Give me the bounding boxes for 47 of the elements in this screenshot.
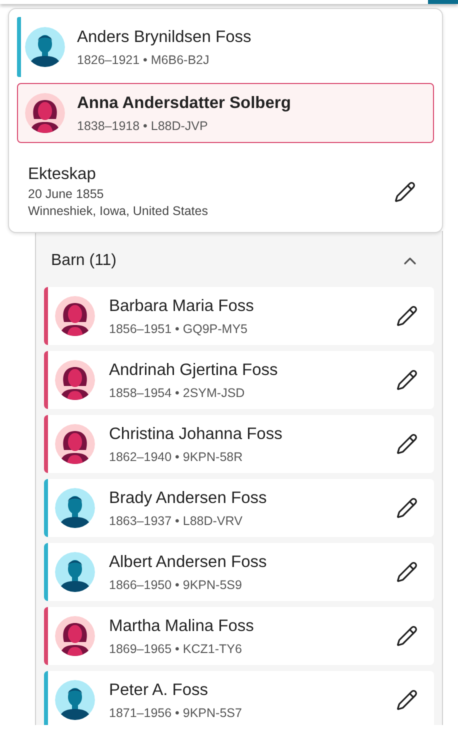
edit-icon[interactable] <box>394 623 420 649</box>
person-name: Martha Malina Foss <box>109 616 255 636</box>
person-details: 1866–1950 • 9KPN-5S9 <box>109 578 243 592</box>
person-details: 1838–1918 • L88D-JVP <box>77 118 209 132</box>
male-avatar-icon <box>55 488 95 528</box>
male-avatar-icon <box>55 552 95 592</box>
person-details: 1858–1954 • 2SYM-JSD <box>109 386 246 400</box>
person-details: 1862–1940 • 9KPN-58R <box>109 450 244 464</box>
female-avatar-icon <box>55 360 95 400</box>
male-avatar-icon <box>55 680 95 720</box>
edit-icon[interactable] <box>394 687 420 713</box>
child-card[interactable]: Christina Johanna Foss 1862–1940 • 9KPN-58R <box>44 415 434 473</box>
edit-icon[interactable] <box>394 303 420 329</box>
parent-row[interactable]: Anna Andersdatter Solberg 1838–1918 • L88D-JVP <box>17 83 434 143</box>
child-card[interactable]: Peter A. Foss 1871–1956 • 9KPN-5S7 <box>44 671 434 725</box>
parent-row[interactable]: Anders Brynildsen Foss 1826–1921 • M6B6-B2J <box>17 17 434 77</box>
person-name: Anna Andersdatter Solberg <box>77 94 291 112</box>
event-date: 20 June 1855 <box>28 187 105 201</box>
child-card[interactable]: Martha Malina Foss 1869–1965 • KCZ1-TY6 <box>44 607 434 665</box>
person-details: 1869–1965 • KCZ1-TY6 <box>109 642 243 656</box>
person-details: 1871–1956 • 9KPN-5S7 <box>109 706 243 720</box>
person-name: Brady Andersen Foss <box>109 488 268 508</box>
person-details: 1863–1937 • L88D-VRV <box>109 514 244 528</box>
edit-icon[interactable] <box>394 495 420 521</box>
female-avatar-icon <box>55 296 95 336</box>
child-card[interactable]: Barbara Maria Foss 1856–1951 • GQ9P-MY5 <box>44 287 434 345</box>
female-avatar-icon <box>55 424 95 464</box>
child-card[interactable]: Andrinah Gjertina Foss 1858–1954 • 2SYM-JSD <box>44 351 434 409</box>
male-avatar-icon <box>25 27 65 67</box>
person-name: Barbara Maria Foss <box>109 296 255 316</box>
child-card[interactable]: Albert Andersen Foss 1866–1950 • 9KPN-5S9 <box>44 543 434 601</box>
female-avatar-icon <box>55 616 95 656</box>
child-card[interactable]: Brady Andersen Foss 1863–1937 • L88D-VRV <box>44 479 434 537</box>
person-details: 1826–1921 • M6B6-B2J <box>77 52 210 66</box>
edit-icon[interactable] <box>394 367 420 393</box>
section-title: Barn (11) <box>51 252 117 270</box>
edit-icon[interactable] <box>394 559 420 585</box>
person-name: Christina Johanna Foss <box>109 424 284 444</box>
person-name: Anders Brynildsen Foss <box>77 28 252 46</box>
edit-icon[interactable] <box>394 431 420 457</box>
event-title: Ekteskap <box>28 165 97 184</box>
event-place: Winneshiek, Iowa, United States <box>28 204 209 218</box>
person-name: Albert Andersen Foss <box>109 552 268 572</box>
person-name: Peter A. Foss <box>109 680 210 700</box>
person-name: Andrinah Gjertina Foss <box>109 360 279 380</box>
female-avatar-icon <box>25 93 65 133</box>
person-details: 1856–1951 • GQ9P-MY5 <box>109 322 248 336</box>
